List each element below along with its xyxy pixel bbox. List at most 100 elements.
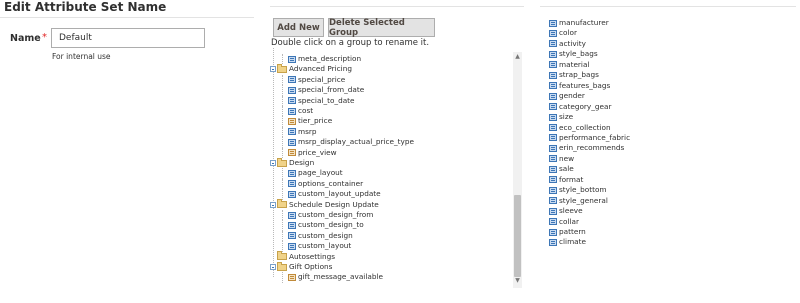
unassigned-attribute-item[interactable]: gender [549, 91, 585, 101]
unassigned-attribute-item[interactable]: manufacturer [549, 18, 609, 28]
tree-node-label: cost [298, 106, 314, 115]
tree-guide-line [282, 241, 283, 252]
tree-attribute-node[interactable]: msrp [288, 127, 317, 137]
name-field-note: For internal use [52, 52, 111, 61]
tree-node-label: Schedule Design Update [289, 199, 379, 209]
tree-node-label: meta_description [298, 54, 362, 63]
attribute-icon [549, 29, 557, 37]
tree-group-node[interactable]: Schedule Design Update [270, 199, 379, 210]
tree-attribute-node[interactable]: gift_message_available [288, 272, 383, 282]
unassigned-attribute-label: eco_collection [559, 122, 611, 132]
tree-node-label: page_layout [298, 168, 343, 178]
unassigned-attribute-item[interactable]: collar [549, 217, 579, 227]
tree-attribute-node[interactable]: special_price [288, 75, 345, 85]
attribute-icon [549, 40, 557, 48]
tree-guide-line [282, 137, 283, 148]
tree-group-node[interactable]: Advanced Pricing [270, 63, 352, 74]
folder-icon [277, 199, 287, 209]
tree-guide-line [282, 126, 283, 138]
unassigned-attribute-item[interactable]: features_bags [549, 81, 610, 91]
required-marker: * [42, 32, 47, 43]
tree-guide-line [282, 178, 283, 190]
collapse-toggle-icon[interactable] [270, 66, 276, 73]
tree-attribute-node[interactable]: custom_layout [288, 241, 351, 251]
unassigned-attribute-item[interactable]: climate [549, 237, 586, 247]
attribute-icon [288, 55, 296, 63]
unassigned-attribute-item[interactable]: activity [549, 39, 586, 49]
tree-attribute-node[interactable]: custom_layout_update [288, 189, 381, 199]
tree-attribute-node[interactable]: custom_design [288, 231, 353, 241]
tree-guide-line [282, 189, 283, 200]
tree-node-label: Design [289, 158, 315, 167]
unassigned-attribute-label: category_gear [559, 101, 612, 111]
unassigned-attribute-item[interactable]: format [549, 175, 583, 185]
tree-attribute-node[interactable]: custom_design_to [288, 220, 364, 230]
attribute-icon [549, 144, 557, 152]
unassigned-attribute-item[interactable]: color [549, 28, 577, 38]
unassigned-attribute-item[interactable]: style_general [549, 196, 608, 206]
attribute-icon [549, 103, 557, 111]
add-new-group-button[interactable]: Add New [273, 18, 324, 37]
collapse-toggle-icon[interactable] [270, 264, 276, 270]
tree-attribute-node[interactable]: cost [288, 106, 313, 116]
unassigned-attribute-item[interactable]: style_bags [549, 49, 598, 59]
unassigned-attribute-item[interactable]: sale [549, 164, 574, 174]
system-attribute-icon [288, 117, 296, 125]
attribute-icon [549, 50, 557, 58]
unassigned-attribute-label: new [559, 153, 575, 163]
unassigned-attribute-item[interactable]: material [549, 60, 589, 70]
unassigned-attribute-item[interactable]: pattern [549, 227, 586, 237]
tree-attribute-node[interactable]: price_view [288, 148, 337, 158]
tree-node-label: Advanced Pricing [289, 64, 352, 74]
collapse-toggle-icon[interactable] [270, 201, 276, 208]
unassigned-attribute-item[interactable]: size [549, 112, 573, 122]
unassigned-attribute-label: size [559, 112, 574, 122]
attribute-icon [549, 238, 557, 246]
tree-node-label: special_to_date [298, 95, 355, 105]
attribute-set-name-input[interactable] [51, 28, 205, 48]
tree-attribute-node[interactable]: msrp_display_actual_price_type [288, 137, 414, 147]
attribute-icon [549, 165, 557, 173]
attribute-icon [288, 128, 296, 136]
tree-attribute-node[interactable]: special_from_date [288, 85, 364, 95]
tree-attribute-node[interactable]: meta_description [288, 54, 361, 64]
tree-attribute-node[interactable]: tier_price [288, 116, 332, 126]
delete-selected-group-button[interactable]: Delete Selected Group [328, 18, 435, 38]
tree-guide-line [282, 116, 283, 127]
attribute-icon [288, 232, 296, 240]
unassigned-attribute-item[interactable]: category_gear [549, 102, 612, 112]
scroll-down-arrow-icon[interactable]: ▼ [513, 278, 522, 284]
folder-icon [277, 63, 287, 73]
attribute-icon [549, 134, 557, 142]
tree-attribute-node[interactable]: special_to_date [288, 96, 355, 106]
tree-attribute-node[interactable]: custom_design_from [288, 210, 373, 220]
attribute-icon [288, 138, 296, 146]
tree-attribute-node[interactable]: page_layout [288, 168, 343, 178]
tree-attribute-node[interactable]: options_container [288, 179, 363, 189]
tree-scrollbar[interactable]: ▲ ▼ [513, 52, 522, 288]
tree-guide-line [282, 272, 283, 283]
scroll-up-arrow-icon[interactable]: ▲ [513, 54, 522, 60]
unassigned-attribute-label: sale [559, 164, 574, 174]
tree-group-node[interactable]: Gift Options [270, 261, 332, 272]
attribute-icon [549, 197, 557, 205]
groups-tree[interactable]: meta_description Advanced Pricing special_… [270, 48, 522, 288]
attribute-icon [549, 155, 557, 163]
collapse-toggle-icon[interactable] [270, 160, 276, 166]
attribute-icon [549, 113, 557, 121]
unassigned-attribute-item[interactable]: erin_recommends [549, 143, 624, 153]
unassigned-attribute-label: performance_fabric [559, 132, 631, 142]
unassigned-attribute-item[interactable]: style_bottom [549, 185, 607, 195]
unassigned-attribute-item[interactable]: performance_fabric [549, 133, 630, 143]
unassigned-attribute-item[interactable]: strap_bags [549, 70, 599, 80]
unassigned-attribute-item[interactable]: sleeve [549, 206, 583, 216]
unassigned-attribute-item[interactable]: new [549, 154, 574, 164]
unassigned-attribute-item[interactable]: eco_collection [549, 123, 611, 133]
attribute-icon [288, 76, 296, 84]
tree-group-node[interactable]: Autosettings [270, 251, 335, 262]
scroll-thumb[interactable] [514, 195, 521, 277]
attribute-icon [549, 61, 557, 69]
tree-group-node[interactable]: Design [270, 157, 315, 168]
unassigned-attribute-label: style_bottom [559, 185, 607, 195]
tree-node-label: custom_layout_update [298, 189, 381, 199]
